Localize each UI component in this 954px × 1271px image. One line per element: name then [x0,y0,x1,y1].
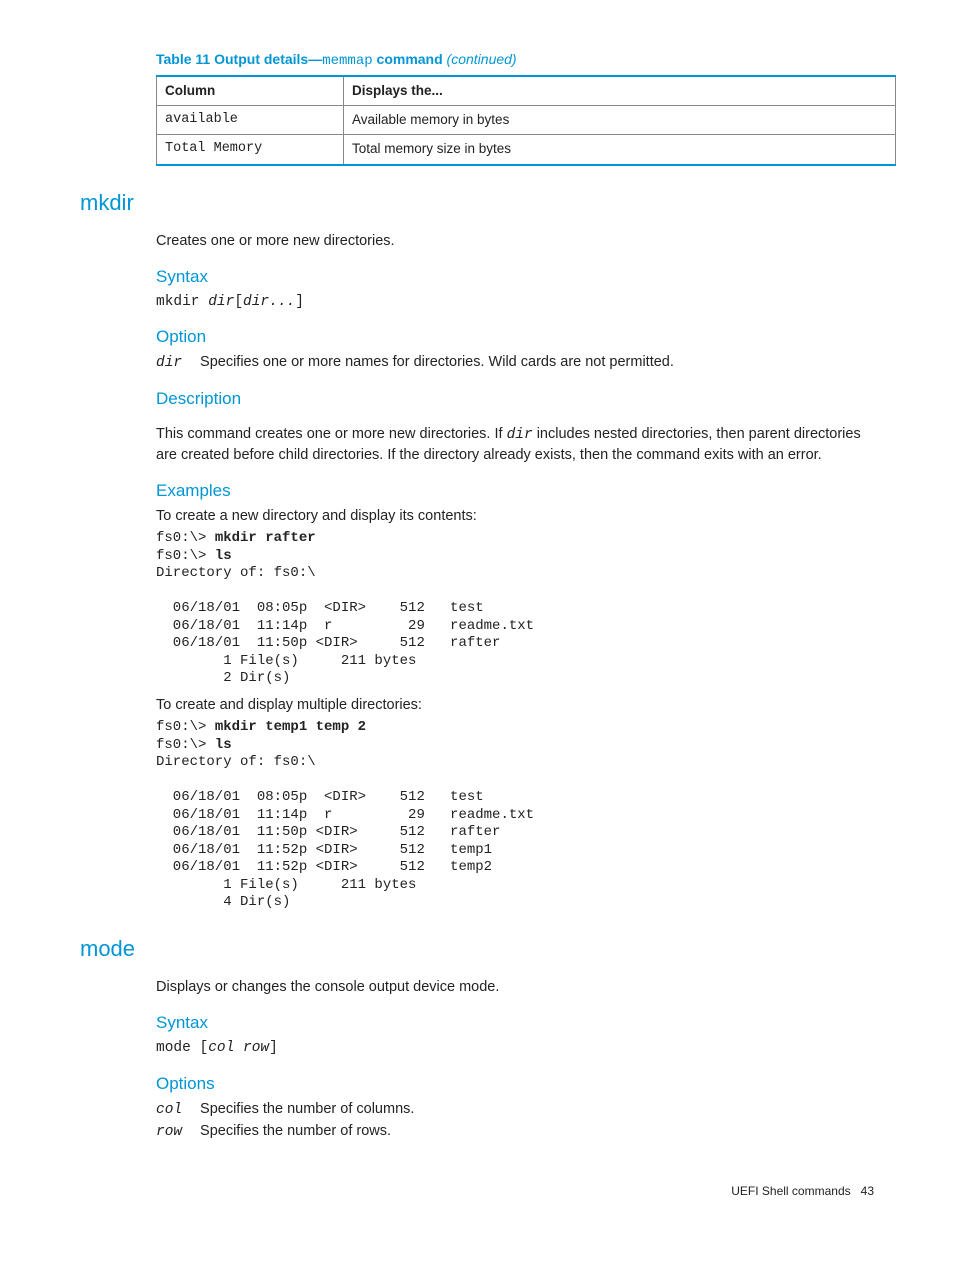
syntax-cmd: mkdir [156,294,208,310]
table-row: available Available memory in bytes [157,106,896,135]
syntax-arg: dir... [243,294,295,310]
desc-text: This command creates one or more new dir… [156,426,507,442]
option-heading: Option [156,326,874,349]
syntax-arg: col row [208,1040,269,1056]
table-header-column: Column [157,76,344,106]
option-row: col Specifies the number of columns. [156,1100,874,1121]
option-term: col [156,1101,196,1121]
mkdir-syntax: mkdir dir[dir...] [156,293,874,313]
example1-intro: To create a new directory and display it… [156,507,874,527]
syntax-heading: Syntax [156,1012,874,1035]
table-cell-col: Total Memory [157,135,344,165]
options-heading: Options [156,1073,874,1096]
caption-mono: memmap [322,53,372,69]
description-heading: Description [156,388,874,411]
option-row: dir Specifies one or more names for dire… [156,353,874,374]
table-header-displays: Displays the... [344,76,896,106]
examples-heading: Examples [156,480,874,503]
mkdir-intro: Creates one or more new directories. [156,232,874,252]
caption-bold2: command [373,51,447,67]
table-caption: Table 11 Output details—memmap command (… [156,50,894,71]
option-term: dir [156,354,196,374]
desc-mono: dir [507,427,533,443]
mkdir-heading: mkdir [80,188,894,218]
table-cell-desc: Total memory size in bytes [344,135,896,165]
output-details-table: Column Displays the... available Availab… [156,75,896,166]
table-cell-desc: Available memory in bytes [344,106,896,135]
syntax-bracket: ] [295,294,304,310]
option-term: row [156,1123,196,1143]
option-desc: Specifies one or more names for director… [200,354,674,370]
mode-syntax: mode [col row] [156,1039,874,1059]
table-row: Total Memory Total memory size in bytes [157,135,896,165]
table-cell-col: available [157,106,344,135]
page-number: 43 [861,1184,874,1198]
example1-code: fs0:\> mkdir rafter fs0:\> ls Directory … [156,530,874,688]
syntax-cmd: mode [156,1040,200,1056]
option-row: row Specifies the number of rows. [156,1122,874,1143]
syntax-bracket: [ [234,294,243,310]
option-desc: Specifies the number of columns. [200,1101,414,1117]
table-header-row: Column Displays the... [157,76,896,106]
footer-text: UEFI Shell commands [731,1184,850,1198]
mkdir-description: This command creates one or more new dir… [156,425,874,465]
example2-code: fs0:\> mkdir temp1 temp 2 fs0:\> ls Dire… [156,719,874,912]
option-desc: Specifies the number of rows. [200,1123,391,1139]
mode-intro: Displays or changes the console output d… [156,978,874,998]
example2-intro: To create and display multiple directori… [156,696,874,716]
page-footer: UEFI Shell commands 43 [60,1183,894,1199]
syntax-bracket: ] [269,1040,278,1056]
caption-prefix: Table 11 Output details— [156,51,322,67]
syntax-bracket: [ [200,1040,209,1056]
syntax-arg: dir [208,294,234,310]
syntax-heading: Syntax [156,266,874,289]
caption-italic: (continued) [447,51,517,67]
mode-heading: mode [80,934,894,964]
